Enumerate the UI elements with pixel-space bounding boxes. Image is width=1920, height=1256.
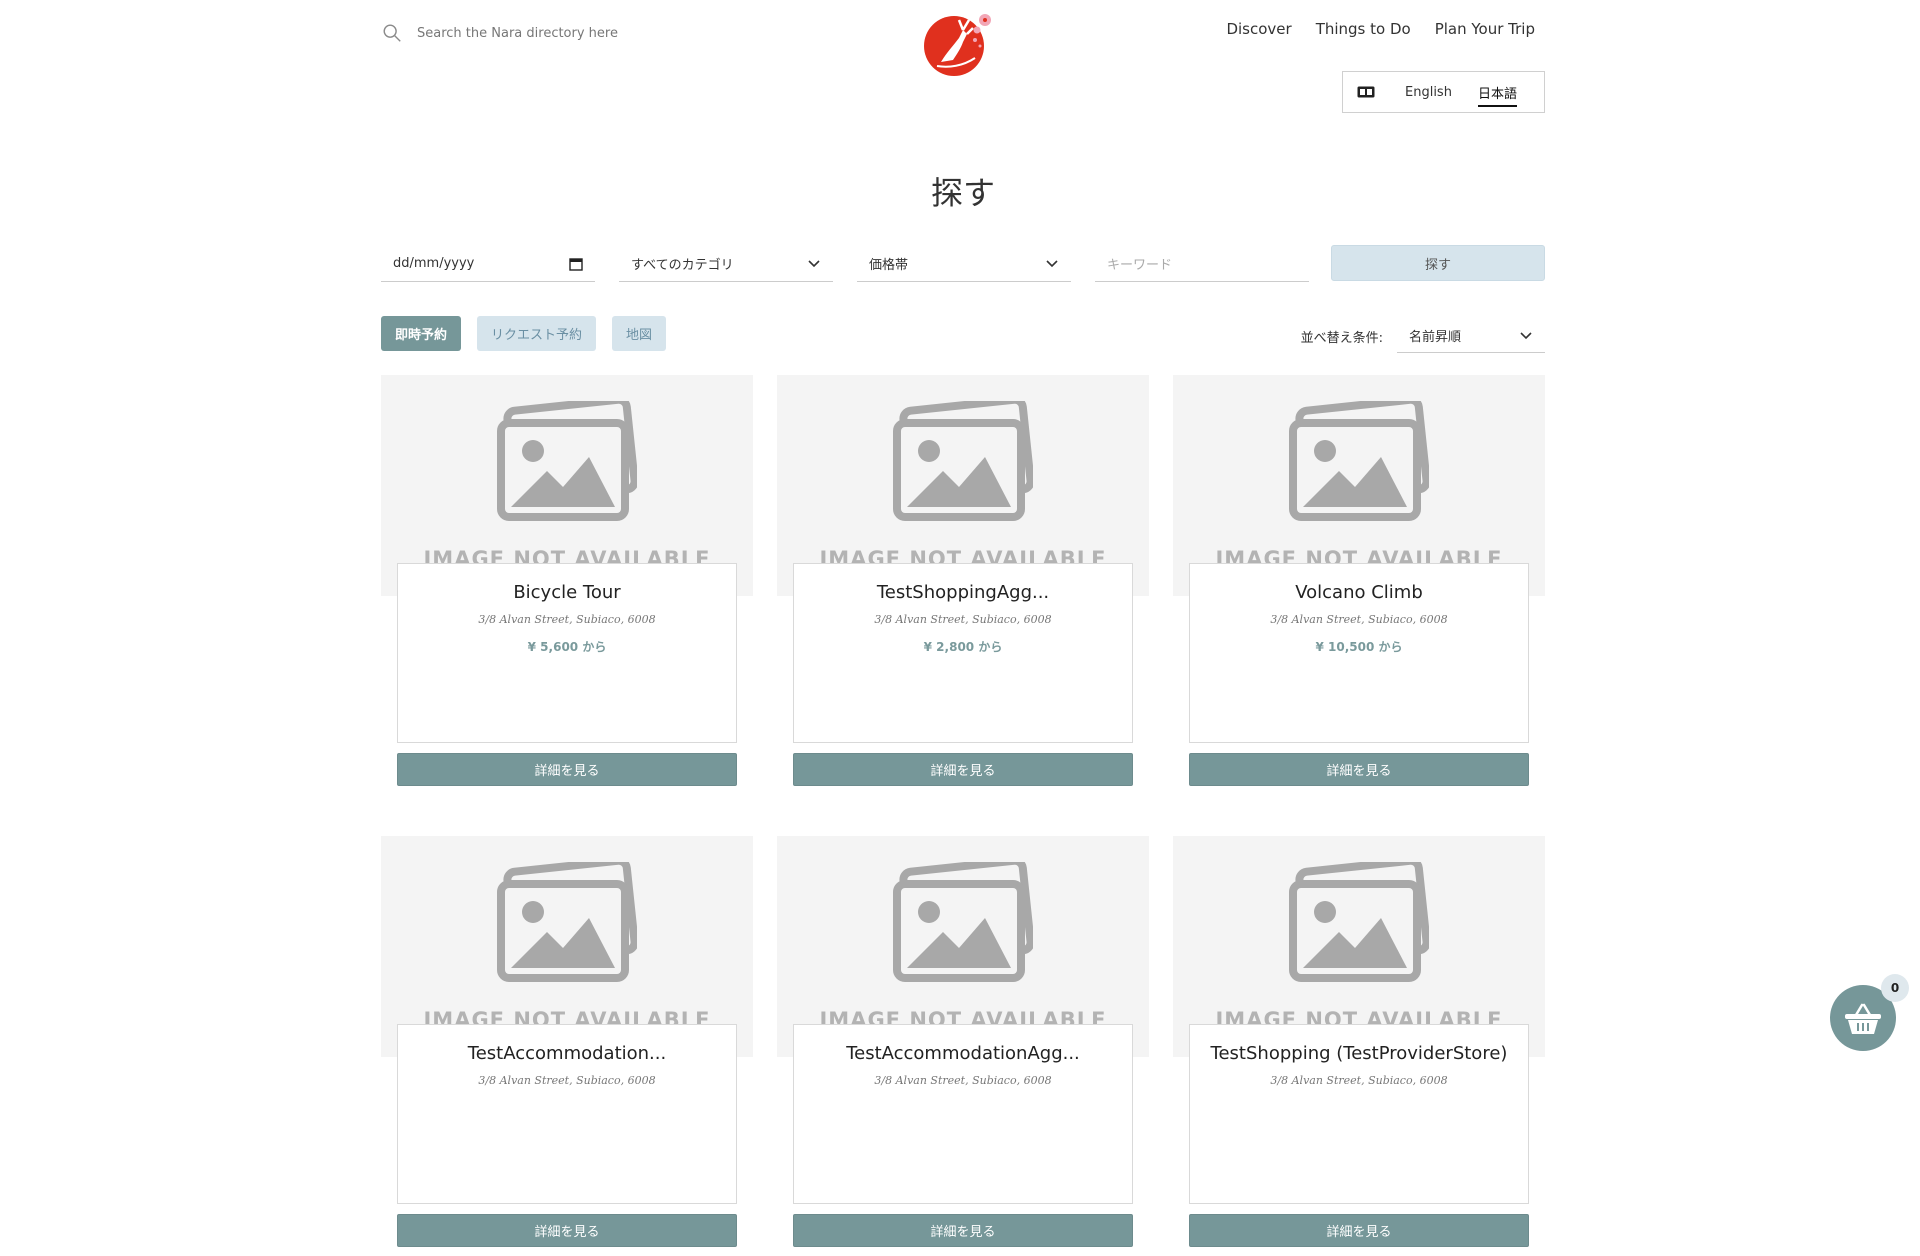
listing-price: ¥ 5,600 から bbox=[527, 640, 607, 654]
listing-card[interactable]: IMAGE NOT AVAILABLE Volcano Climb 3/8 Alva… bbox=[1173, 375, 1545, 795]
keyword-placeholder: キーワード bbox=[1107, 258, 1173, 273]
listing-name[interactable]: TestAccommodationAgg... bbox=[794, 1043, 1132, 1064]
chevron-down-icon bbox=[1046, 259, 1058, 267]
page-title: 探す bbox=[930, 174, 995, 212]
language-icon bbox=[1357, 86, 1375, 98]
search-button[interactable]: 探す bbox=[1331, 245, 1545, 281]
category-select[interactable]: すべてのカテゴリ bbox=[619, 246, 833, 282]
listing-price: ¥ 10,500 から bbox=[1315, 640, 1403, 654]
image-placeholder-icon bbox=[497, 401, 637, 521]
listing-address: 3/8 Alvan Street, Subiaco, 6008 bbox=[478, 613, 656, 626]
date-field[interactable]: dd/mm/yyyy bbox=[381, 246, 595, 282]
sort-control: 並べ替え条件: 名前昇順 bbox=[1301, 318, 1545, 354]
tab-map[interactable]: 地図 bbox=[612, 316, 667, 351]
image-placeholder-icon bbox=[1289, 401, 1429, 521]
language-switcher: English 日本語 bbox=[1342, 71, 1545, 113]
listing-info: TestShoppingAgg... 3/8 Alvan Street, Subi… bbox=[793, 563, 1133, 743]
listing-card[interactable]: IMAGE NOT AVAILABLE TestShoppingAgg... 3/8… bbox=[777, 375, 1149, 795]
listing-info: TestAccommodation... 3/8 Alvan Street, Su… bbox=[397, 1024, 737, 1204]
view-details-button[interactable]: 詳細を見る bbox=[793, 753, 1133, 786]
view-details-button[interactable]: 詳細を見る bbox=[397, 753, 737, 786]
view-details-button[interactable]: 詳細を見る bbox=[397, 1214, 737, 1247]
listing-name[interactable]: Volcano Climb bbox=[1190, 582, 1528, 603]
keyword-input[interactable]: キーワード bbox=[1095, 246, 1309, 282]
filter-bar: dd/mm/yyyy すべてのカテゴリ 価格帯 キーワード 探す bbox=[381, 245, 1545, 286]
listing-price: ¥ 2,800 から bbox=[923, 640, 1003, 654]
view-details-button[interactable]: 詳細を見る bbox=[1189, 753, 1529, 786]
nav-plan-your-trip[interactable]: Plan Your Trip bbox=[1435, 20, 1535, 38]
lang-english[interactable]: English bbox=[1405, 85, 1452, 100]
cart-count-badge: 0 bbox=[1881, 974, 1909, 1002]
listing-address: 3/8 Alvan Street, Subiaco, 6008 bbox=[478, 1074, 656, 1087]
listing-info: TestAccommodationAgg... 3/8 Alvan Street,… bbox=[793, 1024, 1133, 1204]
image-placeholder-icon bbox=[893, 401, 1033, 521]
tab-instant-booking[interactable]: 即時予約 bbox=[381, 316, 462, 351]
lang-japanese[interactable]: 日本語 bbox=[1477, 83, 1517, 107]
listing-card[interactable]: IMAGE NOT AVAILABLE Bicycle Tour 3/8 Alvan… bbox=[381, 375, 753, 795]
booking-type-tabs: 即時予約 リクエスト予約 地図 bbox=[381, 316, 667, 352]
site-search[interactable] bbox=[381, 18, 657, 48]
listing-card[interactable]: IMAGE NOT AVAILABLE TestShopping (TestPro… bbox=[1173, 836, 1545, 1256]
listing-address: 3/8 Alvan Street, Subiaco, 6008 bbox=[874, 613, 1052, 626]
chevron-down-icon bbox=[808, 259, 820, 267]
date-value: dd/mm/yyyy bbox=[393, 256, 475, 271]
search-icon bbox=[383, 24, 401, 42]
view-details-button[interactable]: 詳細を見る bbox=[1189, 1214, 1529, 1247]
category-value: すべてのカテゴリ bbox=[631, 258, 734, 273]
listing-name[interactable]: Bicycle Tour bbox=[398, 582, 736, 603]
main-nav: Discover Things to Do Plan Your Trip bbox=[1226, 20, 1535, 38]
chevron-down-icon bbox=[1520, 331, 1532, 339]
image-placeholder-icon bbox=[893, 862, 1033, 982]
image-placeholder-icon bbox=[1289, 862, 1429, 982]
calendar-icon[interactable] bbox=[569, 257, 583, 271]
listing-card[interactable]: IMAGE NOT AVAILABLE TestAccommodationAgg.… bbox=[777, 836, 1149, 1256]
nara-deer-logo[interactable] bbox=[923, 8, 1003, 78]
listing-name[interactable]: TestShopping (TestProviderStore) bbox=[1190, 1043, 1528, 1064]
listing-address: 3/8 Alvan Street, Subiaco, 6008 bbox=[874, 1074, 1052, 1087]
listing-name[interactable]: TestShoppingAgg... bbox=[794, 582, 1132, 603]
listing-name[interactable]: TestAccommodation... bbox=[398, 1043, 736, 1064]
nav-discover[interactable]: Discover bbox=[1226, 20, 1291, 38]
listing-address: 3/8 Alvan Street, Subiaco, 6008 bbox=[1270, 613, 1448, 626]
tab-request-booking[interactable]: リクエスト予約 bbox=[477, 316, 597, 351]
nav-things-to-do[interactable]: Things to Do bbox=[1316, 20, 1411, 38]
sort-value: 名前昇順 bbox=[1409, 330, 1462, 345]
basket-icon bbox=[1845, 1003, 1881, 1034]
sort-label: 並べ替え条件: bbox=[1300, 330, 1383, 346]
page: Discover Things to Do Plan Your Trip Eng… bbox=[381, 0, 1545, 1247]
price-select[interactable]: 価格帯 bbox=[857, 246, 1071, 282]
listing-info: Bicycle Tour 3/8 Alvan Street, Subiaco, 6… bbox=[397, 563, 737, 743]
view-details-button[interactable]: 詳細を見る bbox=[793, 1214, 1133, 1247]
listing-info: Volcano Climb 3/8 Alvan Street, Subiaco, … bbox=[1189, 563, 1529, 743]
search-input[interactable] bbox=[417, 25, 657, 41]
price-value: 価格帯 bbox=[869, 258, 909, 273]
sort-select[interactable]: 名前昇順 bbox=[1397, 319, 1545, 353]
listing-card[interactable]: IMAGE NOT AVAILABLE TestAccommodation... 3… bbox=[381, 836, 753, 1256]
image-placeholder-icon bbox=[497, 862, 637, 982]
listing-address: 3/8 Alvan Street, Subiaco, 6008 bbox=[1270, 1074, 1448, 1087]
listing-info: TestShopping (TestProviderStore) 3/8 Alva… bbox=[1189, 1024, 1529, 1204]
